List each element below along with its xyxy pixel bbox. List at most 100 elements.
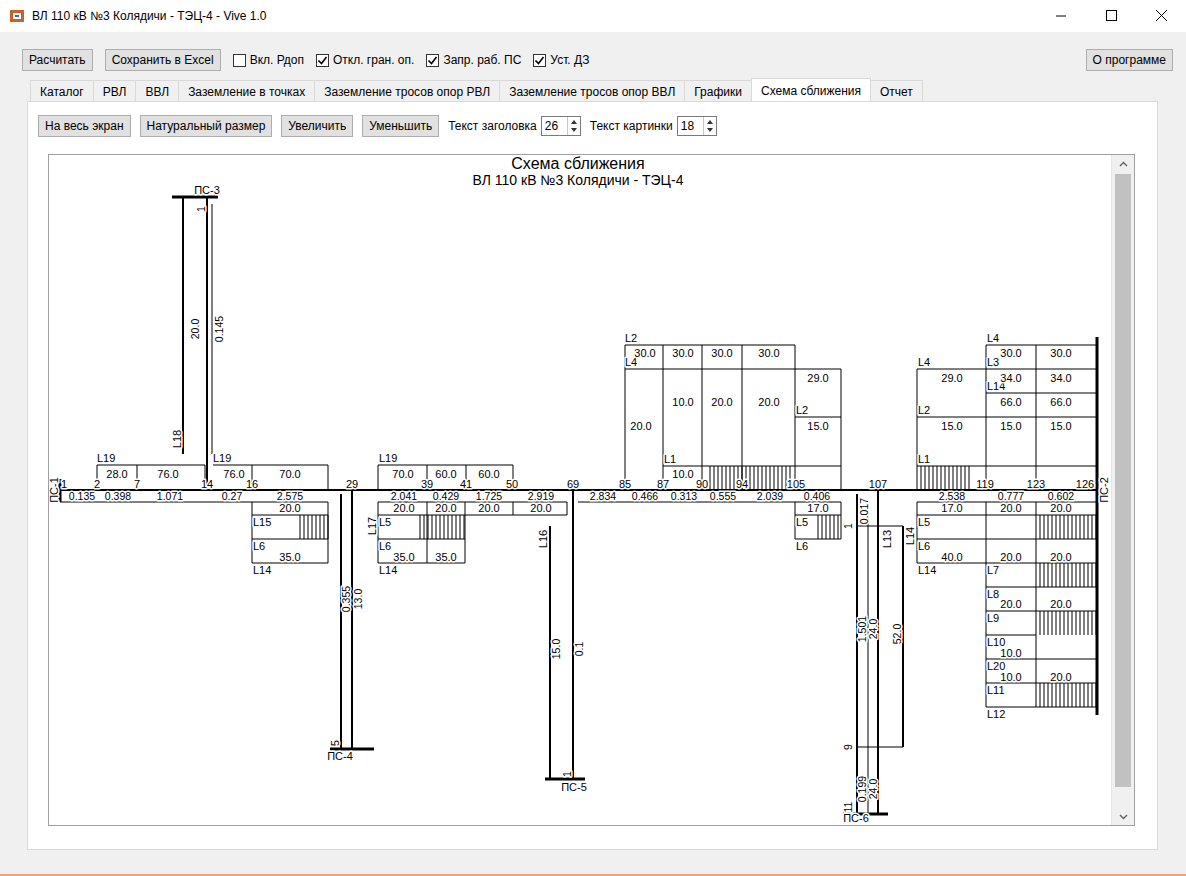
span-length: 0.313	[671, 490, 697, 502]
toolbar-checkbox[interactable]: Вкл. Рдоп	[233, 51, 304, 69]
diagram-line	[917, 369, 918, 490]
diagram-lines	[60, 197, 1097, 814]
spinner-buttons[interactable]	[567, 117, 580, 135]
diagram-line	[1060, 515, 1061, 539]
view-button[interactable]: Уменьшить	[362, 115, 439, 137]
tab[interactable]: ВВЛ	[135, 80, 179, 101]
diagram-line	[304, 515, 305, 539]
spinner-buttons[interactable]	[703, 117, 716, 135]
diagram-line	[917, 369, 1097, 370]
spinner-field[interactable]: 26	[541, 116, 581, 136]
toolbar-button[interactable]: Расчитать	[22, 49, 93, 71]
branch-value: 1	[195, 206, 207, 212]
view-button[interactable]: Увеличить	[281, 115, 353, 137]
app-window: ВЛ 110 кВ №3 Колядичи - ТЭЦ-4 - Vive 1.0…	[0, 0, 1186, 876]
diagram-line	[868, 504, 869, 814]
diagram-line	[1076, 515, 1077, 539]
toolbar-checkbox[interactable]: Запр. раб. ПС	[426, 51, 521, 69]
diagram-line	[465, 502, 466, 563]
minimize-button[interactable]	[1036, 0, 1086, 32]
span-length: 2.919	[528, 490, 554, 502]
line-name: L18	[171, 430, 183, 448]
distance-value: 60.0	[435, 468, 456, 480]
diagram-line	[941, 466, 942, 490]
toolbar-checkbox[interactable]: Уст. ДЗ	[533, 51, 589, 69]
distance-value: 20.0	[478, 502, 499, 514]
checkbox-box[interactable]	[533, 54, 546, 67]
distance-value: 70.0	[392, 468, 413, 480]
distance-value: 20.0	[630, 420, 651, 432]
distance-value: 20.0	[435, 502, 456, 514]
spinner-field[interactable]: 18	[677, 116, 717, 136]
line-name: L6	[918, 540, 930, 552]
distance-value: 60.0	[478, 468, 499, 480]
scroll-thumb[interactable]	[1115, 174, 1131, 787]
about-button[interactable]: О программе	[1086, 49, 1173, 71]
distance-value: 30.0	[1000, 347, 1021, 359]
distance-value: 20.0	[1050, 551, 1071, 563]
distance-value: 20.0	[1000, 502, 1021, 514]
tab[interactable]: Заземление тросов опор ВВЛ	[499, 80, 685, 101]
diagram-line	[826, 515, 827, 539]
checkbox-box[interactable]	[426, 54, 439, 67]
tower-number: 7	[134, 478, 140, 490]
diagram-line	[1080, 563, 1081, 587]
tab[interactable]: Отчет	[870, 80, 923, 101]
diagram-line	[750, 466, 751, 490]
checkbox-box[interactable]	[233, 54, 246, 67]
diagram-line	[1060, 563, 1061, 587]
diagram-line	[1044, 515, 1045, 539]
tab[interactable]: Заземление тросов опор РВЛ	[314, 80, 500, 101]
distance-value: 30.0	[672, 347, 693, 359]
diagram-line	[456, 515, 457, 539]
line-name: L3	[987, 356, 999, 368]
branch-value: 0.145	[213, 316, 225, 342]
view-button[interactable]: На весь экран	[38, 115, 131, 137]
tab[interactable]: РВЛ	[93, 80, 137, 101]
diagram-line	[1044, 683, 1045, 707]
distance-value: 15.0	[1050, 420, 1071, 432]
diagram-line	[206, 197, 208, 490]
vertical-scrollbar[interactable]	[1111, 155, 1134, 825]
diagram-line	[663, 345, 664, 490]
checkbox-box[interactable]	[316, 54, 329, 67]
tab[interactable]: Графики	[684, 80, 752, 101]
close-button[interactable]	[1136, 0, 1186, 32]
arrow-up-icon	[1119, 161, 1128, 167]
scroll-track[interactable]	[1112, 172, 1134, 808]
diagram-line	[762, 466, 763, 490]
diagram-subtitle: ВЛ 110 кВ №3 Колядичи - ТЭЦ-4	[473, 172, 684, 188]
diagram-line	[1092, 611, 1093, 635]
line-name: L9	[987, 612, 999, 624]
diagram-line	[1072, 683, 1073, 707]
diagram-line	[1064, 611, 1065, 635]
diagram-line	[917, 417, 1097, 418]
diagram-line	[625, 345, 795, 346]
diagram-line	[1056, 683, 1057, 707]
maximize-button[interactable]	[1086, 0, 1136, 32]
diagram-line	[1036, 345, 1037, 490]
diagram-line	[440, 515, 441, 539]
distance-value: 66.0	[1050, 396, 1071, 408]
toolbar-checkbox[interactable]: Откл. гран. оп.	[316, 51, 414, 69]
diagram-line	[969, 466, 970, 490]
scroll-up-button[interactable]	[1112, 155, 1134, 172]
arrow-down-icon	[568, 126, 580, 135]
toolbar-button[interactable]: Сохранить в Excel	[105, 49, 221, 71]
tab[interactable]: Схема сближения	[751, 78, 871, 101]
branch-value: 1	[561, 771, 573, 777]
distance-value: 17.0	[941, 502, 962, 514]
line-name: L14	[253, 564, 271, 576]
diagram-line	[1088, 683, 1089, 707]
distance-value: 28.0	[106, 468, 127, 480]
distance-value: 70.0	[279, 468, 300, 480]
view-button[interactable]: Натуральный размер	[140, 115, 273, 137]
tab[interactable]: Каталог	[30, 80, 94, 101]
scroll-down-button[interactable]	[1112, 808, 1134, 825]
diagram-line	[1076, 611, 1077, 635]
distance-value: 17.0	[807, 502, 828, 514]
tab[interactable]: Заземление в точках	[178, 80, 315, 101]
approach-diagram: Схема сближенияВЛ 110 кВ №3 Колядичи - Т…	[49, 155, 1111, 825]
line-name: L15	[253, 516, 271, 528]
distance-value: 20.0	[1050, 502, 1071, 514]
